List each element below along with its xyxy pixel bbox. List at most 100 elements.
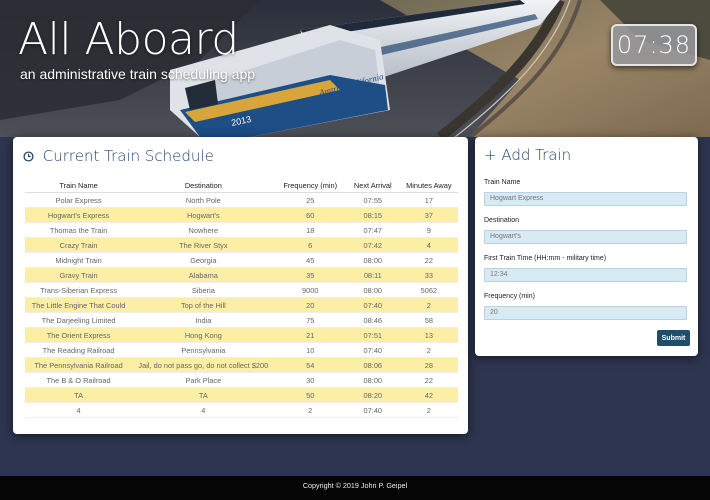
cell-destination: The River Styx xyxy=(132,237,275,253)
first-train-time-label: First Train Time (HH:mm - military time) xyxy=(484,255,607,262)
cell-frequency: 21 xyxy=(274,327,346,343)
schedule-table-body: Polar Express North Pole 25 07:55 17 Hogwart'… xyxy=(25,192,458,418)
add-train-title: + Add Train xyxy=(484,146,572,164)
cell-frequency: 50 xyxy=(274,387,346,403)
cell-train-name: Gravy Train xyxy=(25,267,133,283)
schedule-title-text: Current Train Schedule xyxy=(42,147,214,165)
table-row: The Reading Railroad Pennsylvania 10 07:40 2 xyxy=(25,342,458,358)
add-train-panel: + Add Train Train Name Destination First… xyxy=(475,137,698,356)
cell-destination: 4 xyxy=(132,402,275,418)
cell-train-name: Thomas the Train xyxy=(25,222,133,238)
frequency-input[interactable] xyxy=(484,306,687,320)
train-name-input[interactable] xyxy=(484,192,687,206)
cell-destination: Siberia xyxy=(132,282,275,298)
destination-input[interactable] xyxy=(484,230,687,244)
cell-next-arrival: 07:47 xyxy=(345,222,400,238)
table-row: Hogwart's Express Hogwart's 60 08:15 37 xyxy=(25,207,458,223)
cell-train-name: The Pennsylvania Railroad xyxy=(25,357,133,373)
table-row: Crazy Train The River Styx 6 07:42 4 xyxy=(25,237,458,253)
cell-next-arrival: 07:40 xyxy=(345,402,400,418)
table-header-row: Train Name Destination Frequency (min) N… xyxy=(25,179,458,193)
app-subtitle: an administrative train scheduling app xyxy=(20,66,256,82)
destination-label: Destination xyxy=(484,217,520,224)
cell-destination: Alabama xyxy=(132,267,275,283)
cell-train-name: Polar Express xyxy=(25,192,133,208)
cell-train-name: The Little Engine That Could xyxy=(25,297,133,313)
cell-minutes-away: 2 xyxy=(399,297,458,313)
copyright-text: Copyright © 2019 John P. Geipel xyxy=(302,481,408,490)
cell-destination: Jail, do not pass go, do not collect $20… xyxy=(132,357,275,373)
schedule-title: Current Train Schedule xyxy=(23,147,214,165)
cell-next-arrival: 07:51 xyxy=(345,327,400,343)
footer: Copyright © 2019 John P. Geipel xyxy=(0,476,710,500)
table-row: The Pennsylvania Railroad Jail, do not pa… xyxy=(25,357,458,373)
cell-frequency: 45 xyxy=(274,252,346,268)
table-row: Gravy Train Alabama 35 08:11 33 xyxy=(25,267,458,283)
cell-frequency: 35 xyxy=(274,267,346,283)
cell-next-arrival: 08:15 xyxy=(345,207,400,223)
clock-icon xyxy=(23,147,39,165)
cell-minutes-away: 58 xyxy=(399,312,458,328)
table-row: TA TA 50 08:20 42 xyxy=(25,387,458,403)
cell-minutes-away: 22 xyxy=(399,372,458,388)
cell-minutes-away: 4 xyxy=(399,237,458,253)
cell-frequency: 30 xyxy=(274,372,346,388)
frequency-label: Frequency (min) xyxy=(484,293,535,300)
cell-minutes-away: 28 xyxy=(399,357,458,373)
cell-next-arrival: 08:46 xyxy=(345,312,400,328)
cell-destination: Pennsylvania xyxy=(132,342,275,358)
cell-next-arrival: 07:55 xyxy=(345,192,400,208)
cell-next-arrival: 08:00 xyxy=(345,372,400,388)
cell-next-arrival: 07:40 xyxy=(345,342,400,358)
cell-train-name: TA xyxy=(25,387,133,403)
submit-button[interactable]: Submit xyxy=(657,330,690,346)
cell-frequency: 60 xyxy=(274,207,346,223)
cell-destination: Hong Kong xyxy=(132,327,275,343)
cell-frequency: 25 xyxy=(274,192,346,208)
cell-minutes-away: 13 xyxy=(399,327,458,343)
schedule-table: Train Name Destination Frequency (min) N… xyxy=(25,179,458,418)
cell-train-name: The Orient Express xyxy=(25,327,133,343)
table-row: The Little Engine That Could Top of the H… xyxy=(25,297,458,313)
cell-train-name: Crazy Train xyxy=(25,237,133,253)
column-header: Minutes Away xyxy=(399,179,458,193)
cell-frequency: 10 xyxy=(274,342,346,358)
cell-minutes-away: 2 xyxy=(399,342,458,358)
cell-minutes-away: 22 xyxy=(399,252,458,268)
cell-frequency: 20 xyxy=(274,297,346,313)
column-header: Destination xyxy=(132,179,275,193)
cell-destination: Park Place xyxy=(132,372,275,388)
cell-train-name: The B & O Railroad xyxy=(25,372,133,388)
current-time-clock: 07:38 xyxy=(611,24,697,66)
column-header: Train Name xyxy=(25,179,133,193)
cell-frequency: 2 xyxy=(274,402,346,418)
cell-destination: Top of the Hill xyxy=(132,297,275,313)
cell-frequency: 75 xyxy=(274,312,346,328)
train-name-label: Train Name xyxy=(484,179,521,186)
cell-destination: Georgia xyxy=(132,252,275,268)
cell-minutes-away: 42 xyxy=(399,387,458,403)
cell-minutes-away: 33 xyxy=(399,267,458,283)
cell-train-name: Hogwart's Express xyxy=(25,207,133,223)
table-row: Trans-Siberian Express Siberia 9000 08:00 50… xyxy=(25,282,458,298)
cell-train-name: 4 xyxy=(25,402,133,418)
cell-next-arrival: 08:00 xyxy=(345,252,400,268)
cell-destination: India xyxy=(132,312,275,328)
cell-train-name: The Darjeeling Limited xyxy=(25,312,133,328)
hero-banner: Amtrak California 2013 All Aboard an adm… xyxy=(0,0,710,137)
cell-train-name: Midnight Train xyxy=(25,252,133,268)
cell-frequency: 18 xyxy=(274,222,346,238)
cell-destination: North Pole xyxy=(132,192,275,208)
table-row: Polar Express North Pole 25 07:55 17 xyxy=(25,192,458,208)
table-row: Thomas the Train Nowhere 18 07:47 9 xyxy=(25,222,458,238)
cell-destination: Nowhere xyxy=(132,222,275,238)
table-row: 4 4 2 07:40 2 xyxy=(25,402,458,418)
cell-destination: Hogwart's xyxy=(132,207,275,223)
cell-frequency: 9000 xyxy=(274,282,346,298)
cell-destination: TA xyxy=(132,387,275,403)
first-train-time-input[interactable] xyxy=(484,268,687,282)
table-row: Midnight Train Georgia 45 08:00 22 xyxy=(25,252,458,268)
cell-frequency: 6 xyxy=(274,237,346,253)
current-schedule-panel: Current Train Schedule Train Name Destin… xyxy=(13,137,468,434)
cell-minutes-away: 9 xyxy=(399,222,458,238)
